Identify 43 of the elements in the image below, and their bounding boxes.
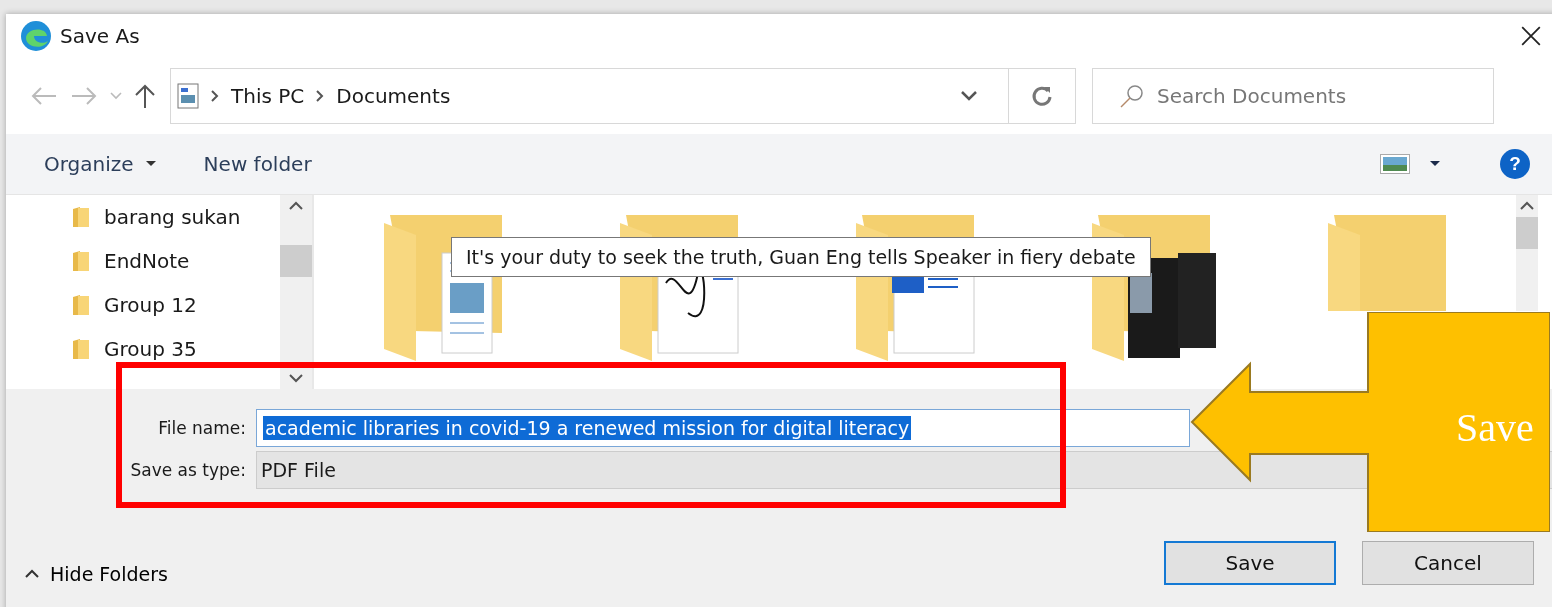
chevron-down-icon[interactable] <box>960 90 978 102</box>
sidebar-item[interactable]: EndNote <box>72 239 280 283</box>
window-title: Save As <box>60 24 140 48</box>
callout-text: Save <box>1456 404 1534 451</box>
help-button[interactable]: ? <box>1500 149 1530 179</box>
refresh-icon[interactable] <box>1031 85 1053 107</box>
file-name-label: File name: <box>157 418 246 438</box>
scrollbar[interactable] <box>1516 195 1538 311</box>
chevron-up-icon[interactable] <box>289 201 303 211</box>
document-icon <box>177 83 199 109</box>
chevron-down-icon[interactable] <box>289 373 303 383</box>
view-thumbnail-icon[interactable] <box>1380 154 1410 174</box>
toolbar-button[interactable]: Organize <box>30 146 170 182</box>
sidebar-item[interactable]: Group 12 <box>72 283 280 327</box>
save-as-type-label: Save as type: <box>129 460 246 480</box>
browser-logo-icon <box>20 20 52 52</box>
sidebar-item[interactable]: barang sukan <box>72 195 280 239</box>
scrollbar[interactable] <box>280 195 312 389</box>
chevron-right-icon <box>316 90 325 102</box>
sidebar-item[interactable]: Group 35 <box>72 327 280 371</box>
breadcrumb-item[interactable]: This PC <box>231 84 305 108</box>
up-arrow-icon[interactable] <box>134 83 156 109</box>
file-name-field[interactable]: academic libraries in covid-19 a renewed mission for digital literacy <box>256 409 1190 447</box>
chevron-up-icon[interactable] <box>1520 201 1534 211</box>
folder-icon <box>72 206 90 228</box>
caret-icon <box>145 161 156 167</box>
scrollbar-thumb[interactable] <box>1516 217 1538 249</box>
search-box[interactable]: Search Documents <box>1092 68 1494 124</box>
folder-icon <box>72 338 90 360</box>
breadcrumb-item[interactable]: Documents <box>336 84 451 108</box>
scrollbar-thumb[interactable] <box>280 245 312 277</box>
cancel-button[interactable]: Cancel <box>1362 541 1534 585</box>
chevron-right-icon <box>211 90 219 102</box>
folder-icon <box>72 250 90 272</box>
hide-folders-button[interactable]: Hide Folders <box>20 559 172 589</box>
chevron-up-icon <box>24 569 40 579</box>
search-icon <box>1119 84 1145 108</box>
tooltip: It's your duty to seek the truth, Guan Eng tells Speaker in fiery debate <box>451 237 1151 277</box>
save-button[interactable]: Save <box>1164 541 1336 585</box>
caret-icon[interactable] <box>1430 161 1440 167</box>
folder-icon <box>72 294 90 316</box>
toolbar-button[interactable]: New folder <box>189 146 326 182</box>
address-bar[interactable]: This PC Documents <box>170 68 1076 124</box>
